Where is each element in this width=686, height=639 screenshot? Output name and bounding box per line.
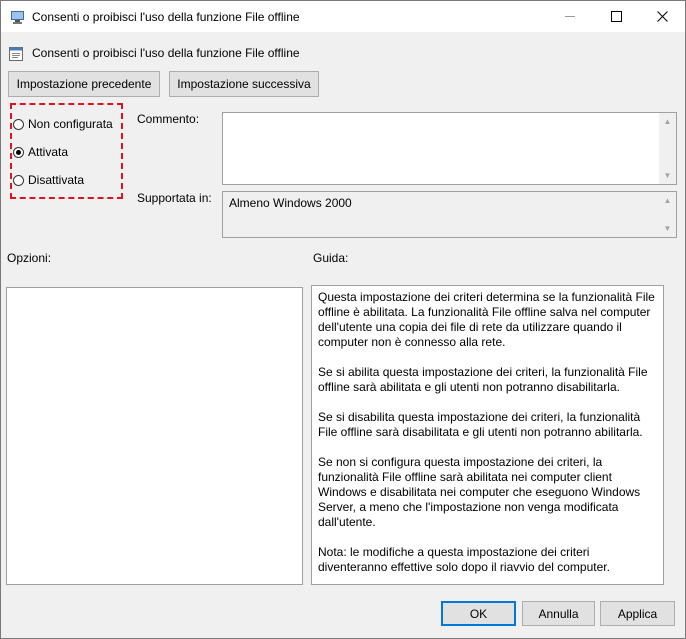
previous-setting-button[interactable]: Impostazione precedente <box>8 71 160 97</box>
options-label: Opzioni: <box>7 251 52 265</box>
maximize-button[interactable] <box>593 1 639 32</box>
state-radio-group: Non configurata Attivata Disattivata <box>10 103 123 199</box>
supported-value: Almeno Windows 2000 <box>229 196 352 210</box>
radio-label: Non configurata <box>28 117 113 131</box>
scroll-down-icon[interactable]: ▼ <box>659 220 676 237</box>
radio-button[interactable] <box>13 174 24 186</box>
radio-enabled[interactable]: Attivata <box>13 145 68 159</box>
radio-label: Attivata <box>28 145 69 159</box>
radio-not-configured[interactable]: Non configurata <box>13 117 113 131</box>
radio-disabled[interactable]: Disattivata <box>13 173 84 187</box>
policy-setting-icon <box>9 47 23 61</box>
next-setting-button[interactable]: Impostazione successiva <box>169 71 319 97</box>
policy-dialog: Consenti o proibisci l'uso della funzion… <box>0 0 686 639</box>
options-panel <box>6 287 303 585</box>
comment-scrollbar[interactable]: ▲ ▼ <box>659 113 676 184</box>
radio-button[interactable] <box>13 118 24 130</box>
minimize-button[interactable] <box>547 1 593 32</box>
supported-scrollbar[interactable]: ▲ ▼ <box>659 192 676 237</box>
ok-button[interactable]: OK <box>441 601 516 626</box>
help-paragraph: Se non si configura questa impostazione … <box>318 455 641 529</box>
comment-input[interactable]: ▲ ▼ <box>222 112 677 185</box>
comment-label: Commento: <box>137 112 200 126</box>
help-paragraph: Questa impostazione dei criteri determin… <box>318 290 655 349</box>
help-paragraph: Nota: le modifiche a questa impostazione… <box>318 545 610 574</box>
help-label: Guida: <box>313 251 349 265</box>
help-paragraph: Se si abilita questa impostazione dei cr… <box>318 365 648 394</box>
supported-field: Almeno Windows 2000 ▲ ▼ <box>222 191 677 238</box>
maximize-icon <box>610 11 622 22</box>
minimize-icon <box>565 16 575 17</box>
group-policy-icon <box>11 11 24 24</box>
help-panel: Questa impostazione dei criteri determin… <box>311 285 664 585</box>
radio-button-selected[interactable] <box>13 146 24 158</box>
scroll-up-icon[interactable]: ▲ <box>659 192 676 209</box>
scroll-down-icon[interactable]: ▼ <box>659 167 676 184</box>
window-title: Consenti o proibisci l'uso della funzion… <box>32 10 300 24</box>
title-bar: Consenti o proibisci l'uso della funzion… <box>1 1 685 32</box>
close-button[interactable] <box>639 1 685 32</box>
cancel-button[interactable]: Annulla <box>522 601 595 626</box>
scroll-up-icon[interactable]: ▲ <box>659 113 676 130</box>
radio-label: Disattivata <box>28 173 85 187</box>
help-paragraph: Se si disabilita questa impostazione dei… <box>318 410 643 439</box>
supported-label: Supportata in: <box>137 191 212 205</box>
policy-title: Consenti o proibisci l'uso della funzion… <box>32 46 300 60</box>
apply-button[interactable]: Applica <box>600 601 675 626</box>
close-icon <box>656 11 668 22</box>
